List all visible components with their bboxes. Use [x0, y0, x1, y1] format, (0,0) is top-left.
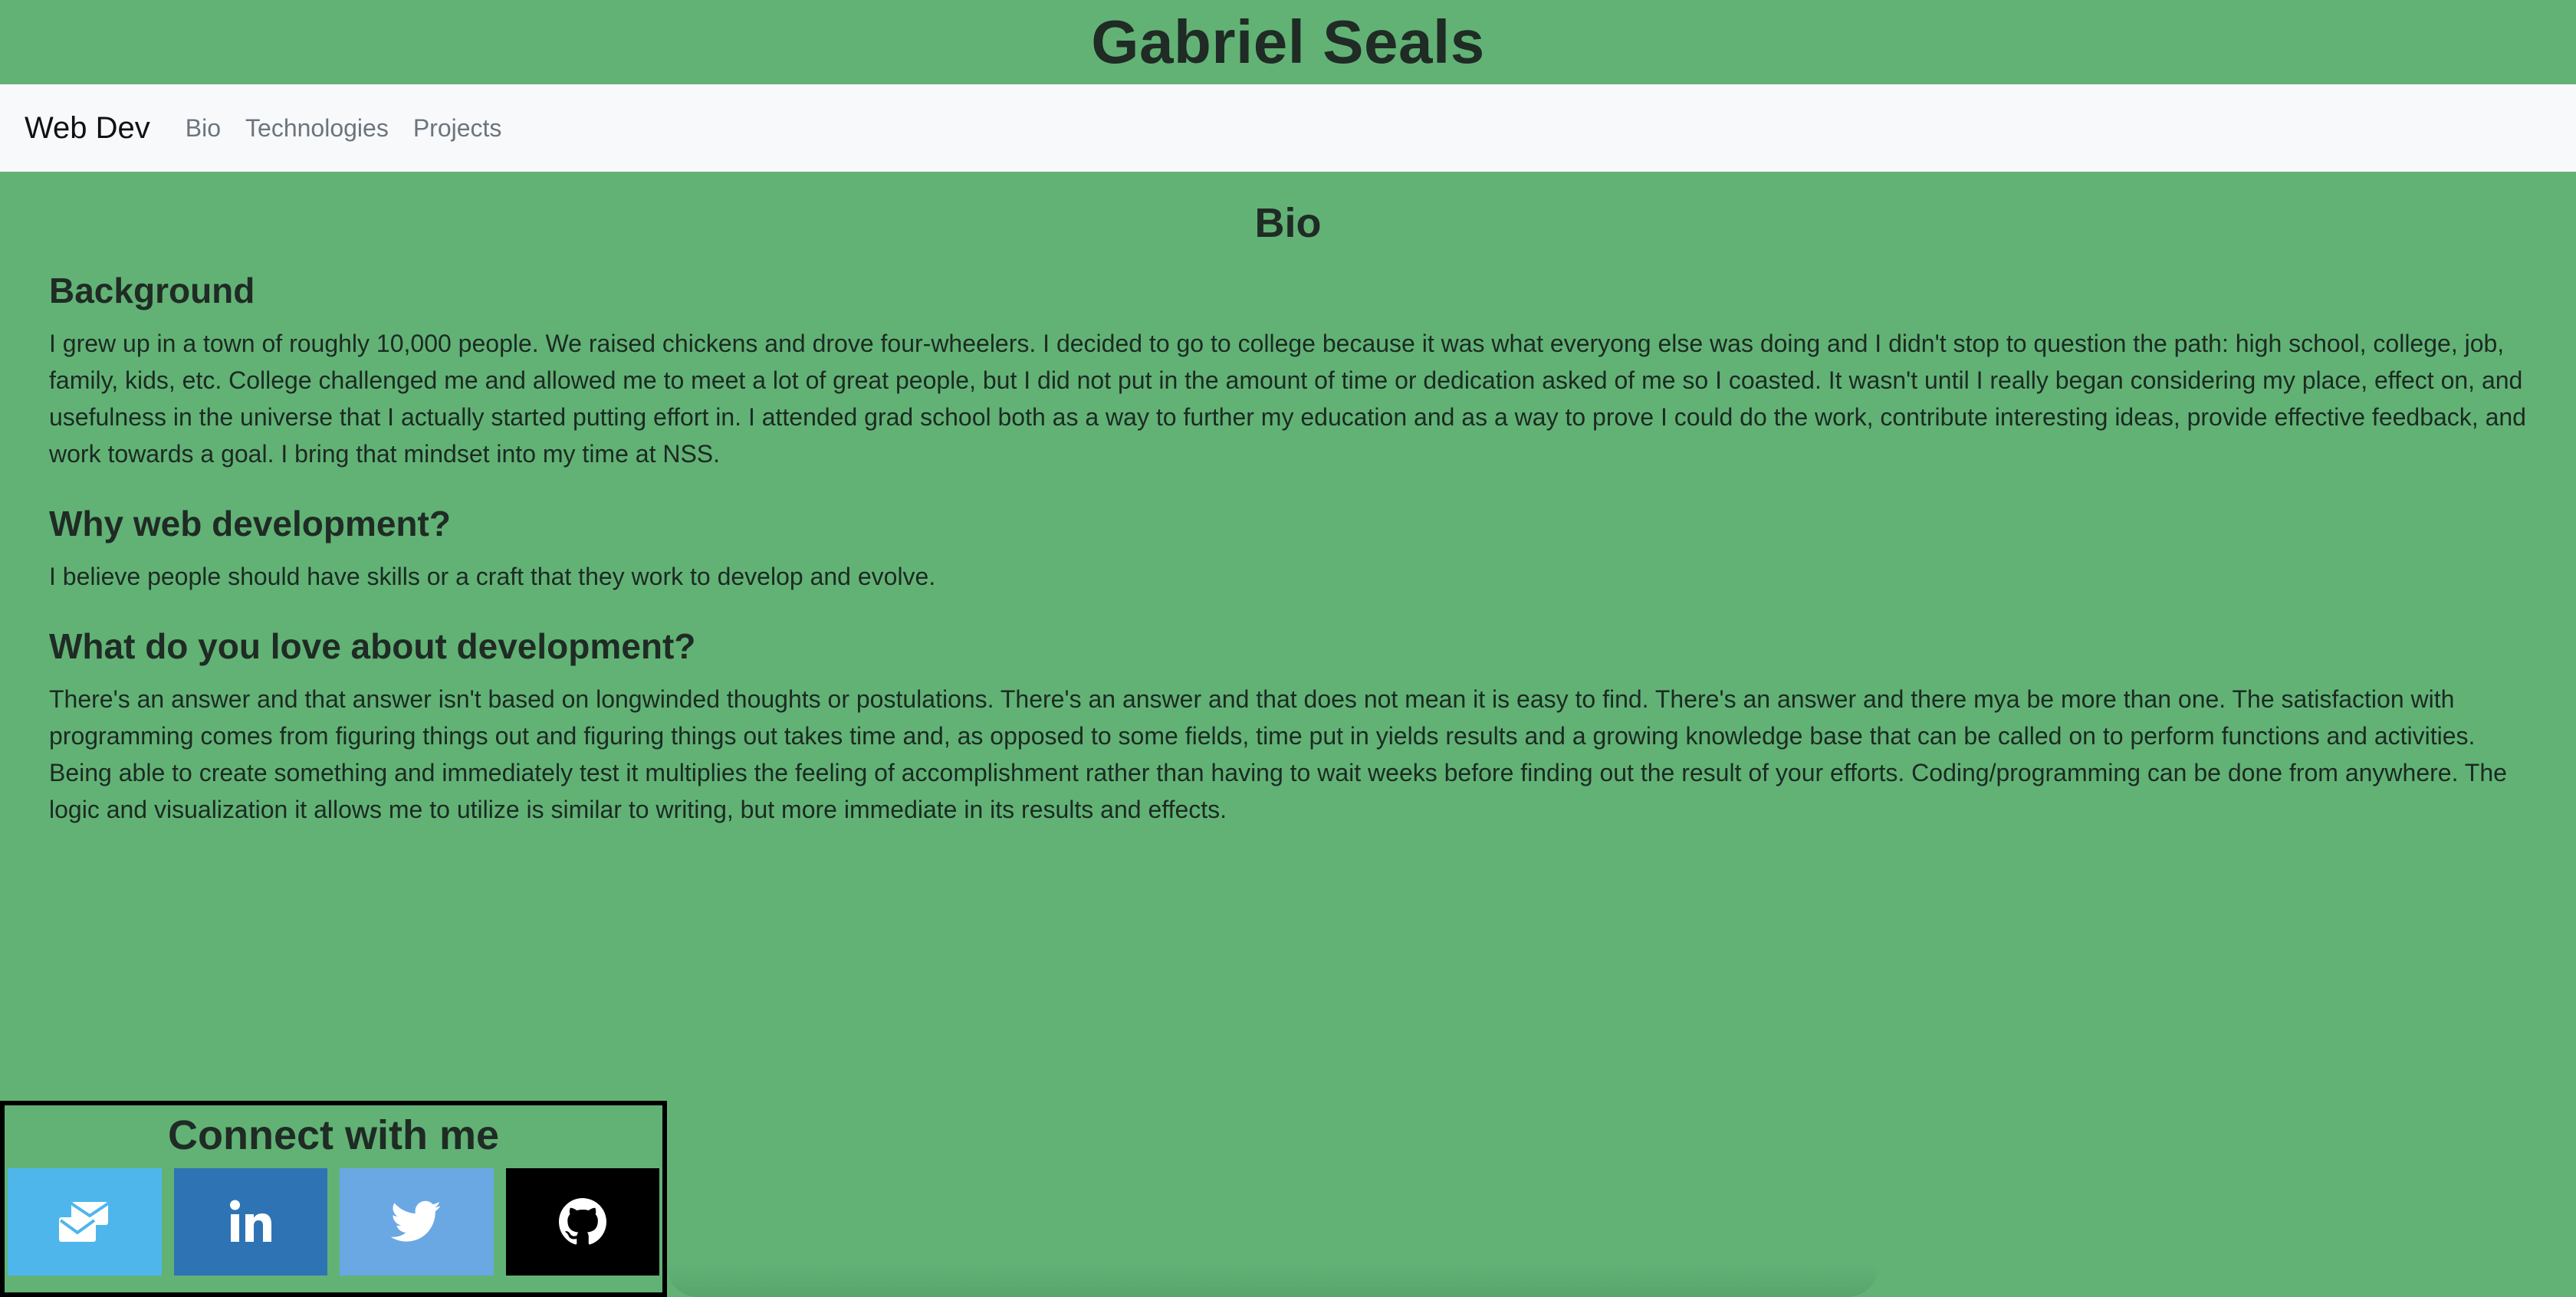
github-icon	[558, 1198, 606, 1246]
bio-section: Bio Background I grew up in a town of ro…	[0, 172, 2576, 828]
nav-link-projects[interactable]: Projects	[413, 114, 502, 143]
linkedin-icon	[226, 1197, 275, 1246]
love-development-heading: What do you love about development?	[49, 626, 696, 666]
connect-title: Connect with me	[167, 1112, 500, 1158]
section-title: Bio	[1254, 200, 1322, 246]
email-button[interactable]	[8, 1168, 162, 1276]
navbar-brand[interactable]: Web Dev	[25, 111, 150, 146]
nav-link-technologies[interactable]: Technologies	[245, 114, 389, 143]
nav-link-bio[interactable]: Bio	[186, 114, 221, 143]
why-web-dev-heading: Why web development?	[49, 504, 451, 543]
love-development-text: There's an answer and that answer isn't …	[49, 685, 2507, 823]
footer-shadow	[667, 1265, 1878, 1297]
page-header: Gabriel Seals	[0, 0, 2576, 84]
github-button[interactable]	[505, 1168, 659, 1276]
background-text: I grew up in a town of roughly 10,000 pe…	[49, 330, 2526, 468]
linkedin-button[interactable]	[173, 1168, 327, 1276]
navbar: Web Dev Bio Technologies Projects	[0, 84, 2576, 172]
connect-panel: Connect with me	[0, 1101, 667, 1297]
site-title: Gabriel Seals	[1091, 8, 1485, 76]
twitter-icon	[391, 1200, 442, 1243]
email-icon	[56, 1197, 113, 1246]
background-heading: Background	[49, 271, 255, 310]
why-web-dev-text: I believe people should have skills or a…	[49, 563, 936, 590]
twitter-button[interactable]	[340, 1168, 494, 1276]
social-links	[5, 1162, 662, 1276]
